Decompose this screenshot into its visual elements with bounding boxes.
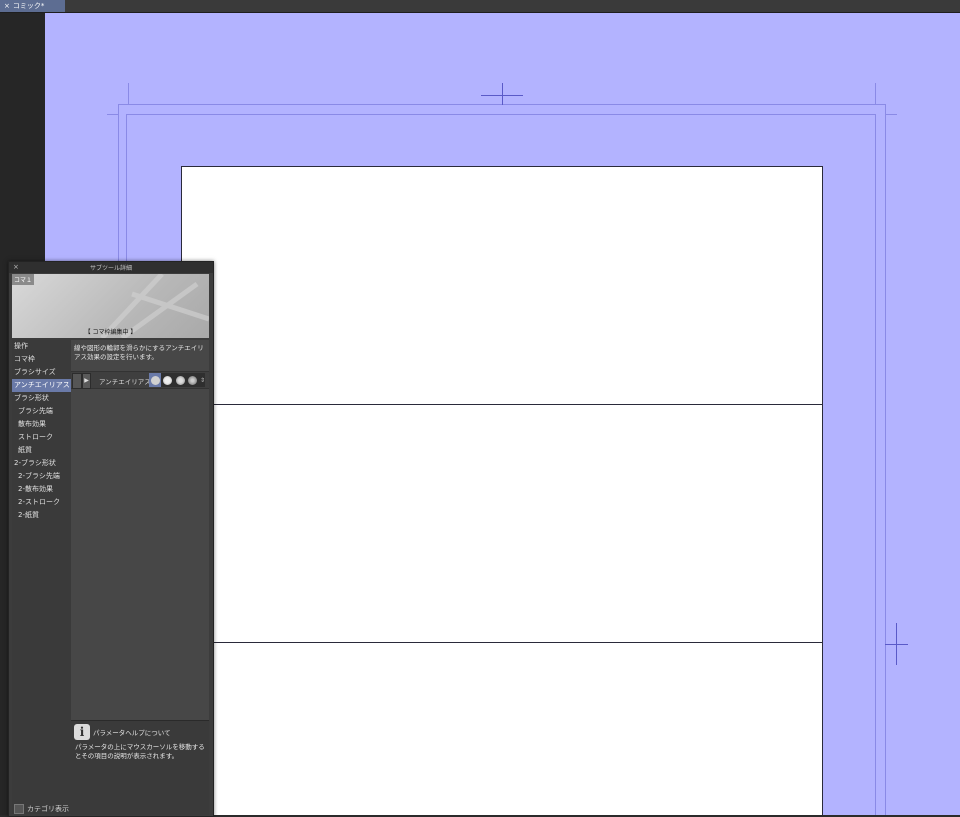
category-item[interactable]: 2-散布効果: [12, 483, 71, 496]
category-display-label: カテゴリ表示: [27, 805, 69, 813]
comic-page[interactable]: [181, 166, 823, 815]
close-icon[interactable]: ×: [4, 2, 10, 10]
antialias-none-option[interactable]: [149, 373, 162, 387]
antialias-selector[interactable]: ⇕: [149, 373, 205, 387]
panel-border[interactable]: [182, 404, 822, 405]
checkbox[interactable]: [14, 804, 24, 814]
edit-status: 【 コマ枠編集中 】: [84, 329, 137, 336]
document-tab-bar: × コミック*: [0, 0, 960, 13]
circle-icon: [188, 375, 198, 385]
antialias-strong-option[interactable]: [186, 373, 198, 387]
category-item[interactable]: 散布効果: [12, 418, 71, 431]
category-item[interactable]: ブラシサイズ: [12, 366, 71, 379]
circle-icon: [175, 375, 185, 385]
subtool-detail-panel: × サブツール詳細 コマ１ 【 コマ枠編集中 】 操作 コマ枠 ブラシサイズ アンチエ…: [8, 261, 214, 817]
help-title: パラメータヘルプについて: [93, 729, 171, 737]
category-item[interactable]: ブラシ形状: [12, 392, 71, 405]
panel-titlebar[interactable]: × サブツール詳細: [9, 262, 213, 273]
document-tab[interactable]: × コミック*: [0, 0, 65, 12]
antialias-row: ▶ アンチエイリアス ⇕: [71, 371, 209, 389]
expand-icon[interactable]: ▶: [82, 373, 91, 389]
parameter-help: i パラメータヘルプについて パラメータの上にマウスカーソルを移動するとその項目…: [71, 720, 209, 815]
document-tab-title: コミック*: [12, 2, 45, 10]
antialias-label: アンチエイリアス: [99, 378, 151, 386]
close-icon[interactable]: ×: [13, 263, 19, 271]
category-item[interactable]: アンチエイリアス: [12, 379, 71, 392]
category-item[interactable]: 紙質: [12, 444, 71, 457]
settings-content: 線や図形の輪郭を滑らかにするアンチエイリアス効果の設定を行います。 ▶ アンチエ…: [71, 340, 209, 815]
help-body: パラメータの上にマウスカーソルを移動するとその項目の説明が表示されます。: [75, 743, 205, 760]
antialias-weak-option[interactable]: [161, 373, 173, 387]
category-item[interactable]: ブラシ先端: [12, 405, 71, 418]
category-description: 線や図形の輪郭を滑らかにするアンチエイリアス効果の設定を行います。: [74, 344, 204, 361]
tool-preview: コマ１ 【 コマ枠編集中 】: [12, 274, 209, 338]
antialias-medium-option[interactable]: [174, 373, 186, 387]
spinner-icon[interactable]: ⇕: [200, 377, 205, 384]
category-item[interactable]: コマ枠: [12, 353, 71, 366]
category-item[interactable]: 2-ストローク: [12, 496, 71, 509]
panel-tag: コマ１: [12, 274, 35, 285]
info-icon: i: [74, 724, 90, 740]
panel-border[interactable]: [182, 642, 822, 643]
circle-icon: [150, 375, 160, 385]
panel-title: サブツール詳細: [89, 265, 132, 272]
category-item[interactable]: 2-ブラシ先端: [12, 470, 71, 483]
category-display-toggle[interactable]: カテゴリ表示: [14, 804, 69, 814]
category-item[interactable]: 2-紙質: [12, 509, 71, 522]
show-in-tool-property-toggle[interactable]: [72, 373, 82, 389]
category-item[interactable]: 操作: [12, 340, 71, 353]
category-item[interactable]: 2-ブラシ形状: [12, 457, 71, 470]
category-item[interactable]: ストローク: [12, 431, 71, 444]
circle-icon: [163, 375, 173, 385]
category-list: 操作 コマ枠 ブラシサイズ アンチエイリアス ブラシ形状 ブラシ先端 散布効果 ストローク 紙質…: [12, 340, 72, 814]
